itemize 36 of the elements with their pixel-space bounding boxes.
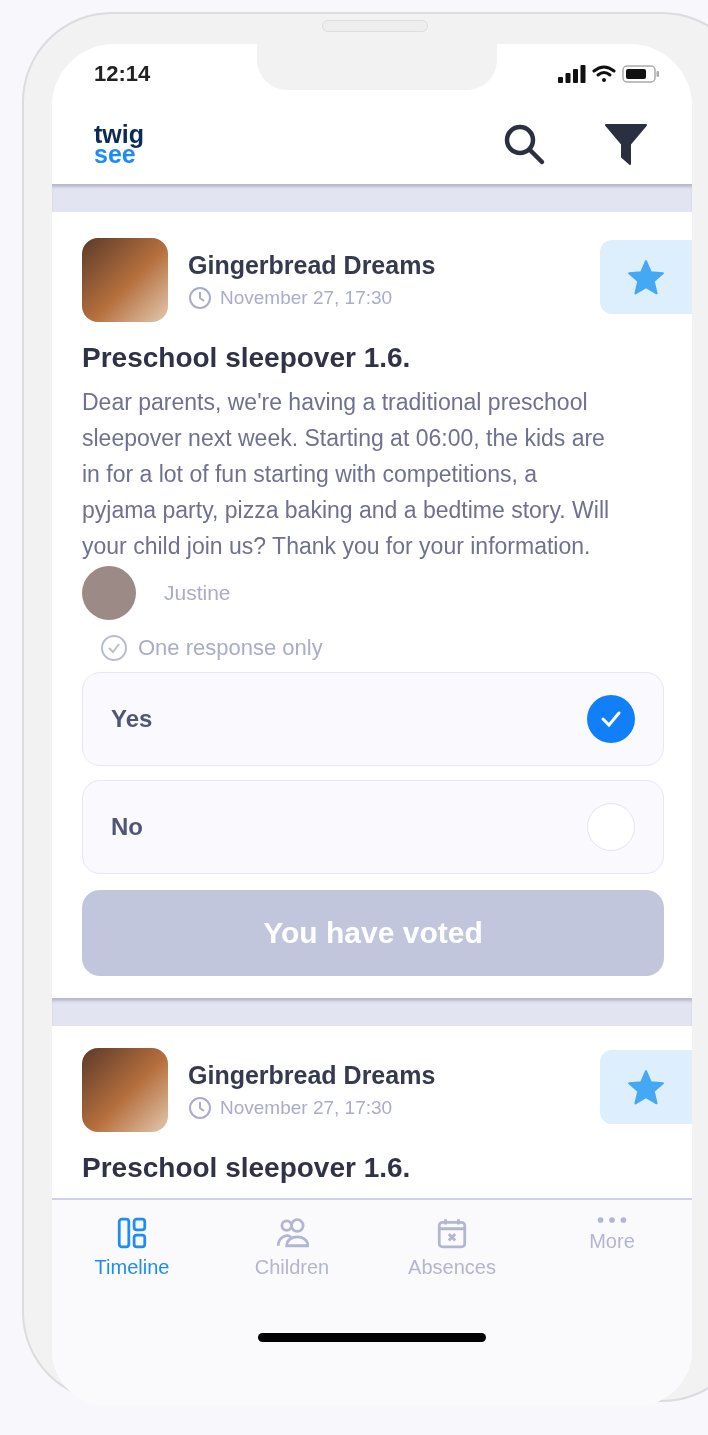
post-title: Preschool sleepover 1.6. (82, 342, 412, 374)
radio-button[interactable] (587, 695, 635, 743)
post-time: November 27, 17:30 (220, 286, 393, 309)
clock-icon (188, 285, 212, 310)
avatar (82, 566, 136, 620)
star-button[interactable] (600, 240, 692, 314)
filter-icon[interactable] (604, 122, 648, 166)
radio-button[interactable] (587, 803, 635, 851)
logo: twig see (94, 124, 144, 164)
tab[interactable]: Children (212, 1216, 372, 1279)
poll-note: One response only (138, 635, 323, 661)
tab[interactable]: More (532, 1216, 692, 1279)
tab[interactable]: Timeline (52, 1216, 212, 1279)
wifi-icon (592, 65, 616, 83)
sender-name: Justine (164, 581, 231, 605)
star-icon (626, 1068, 666, 1106)
status-time: 12:14 (94, 61, 151, 87)
tab[interactable]: Absences (372, 1216, 532, 1279)
clock-icon (188, 1095, 212, 1120)
more-icon (596, 1216, 628, 1224)
post-title: Preschool sleepover 1.6. (82, 1152, 412, 1184)
calendar-icon (435, 1216, 469, 1250)
search-icon[interactable] (502, 122, 546, 166)
signal-icon (558, 65, 586, 83)
group-name: Gingerbread Dreams (188, 1060, 437, 1090)
battery-icon (622, 65, 660, 83)
post-time: November 27, 17:30 (220, 1096, 393, 1119)
poll-option[interactable]: Yes (82, 672, 664, 766)
post-text: Dear parents, we're having a traditional preschool sleepover next week. Starting at 06:00, the kids are in for a lot of fun starting with competitions, a pyjama party, pizza baking and a bedtime story. Will your child join us? Thank you for your information. (82, 388, 611, 561)
grid-icon (115, 1216, 149, 1250)
poll-option[interactable]: No (82, 780, 664, 874)
check-circle-icon (100, 634, 128, 662)
star-icon (626, 258, 666, 296)
people-icon (275, 1216, 309, 1250)
star-button[interactable] (600, 1050, 692, 1124)
group-name: Gingerbread Dreams (188, 250, 437, 280)
